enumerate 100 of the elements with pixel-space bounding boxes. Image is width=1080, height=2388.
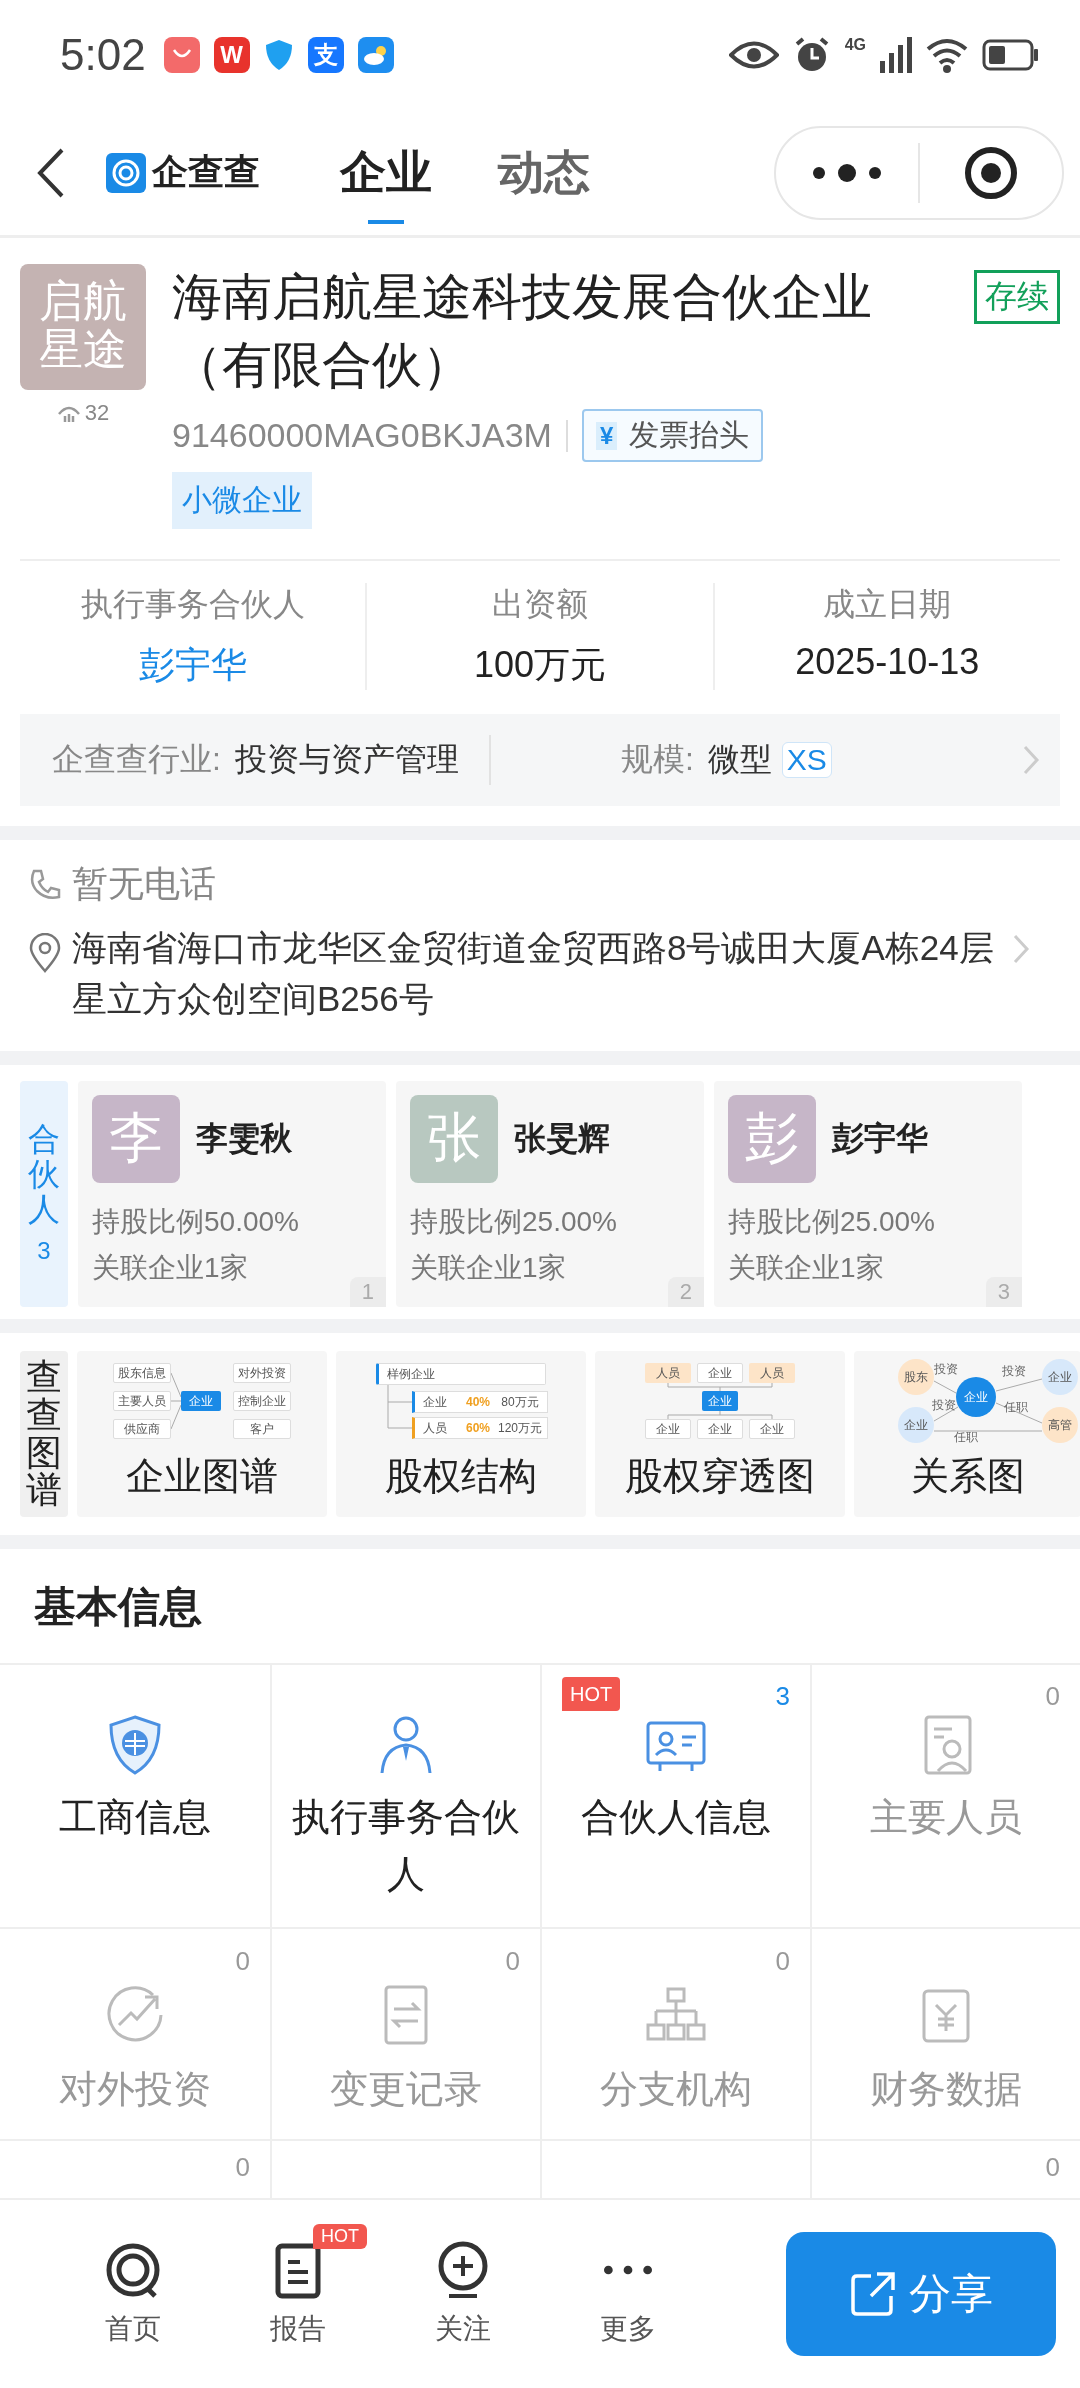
bottom-nav-item[interactable]: 首页: [102, 2240, 163, 2348]
node-label: 投资: [931, 1396, 957, 1413]
stat-label: 执行事务合伙人: [80, 585, 305, 624]
location-icon: [28, 933, 62, 973]
hot-badge: HOT: [562, 1676, 621, 1711]
index-badge: 2: [667, 1276, 704, 1307]
node-label: 60%: [465, 1419, 491, 1437]
shield-icon: [263, 38, 294, 72]
node-label: 80万元: [500, 1393, 540, 1411]
partner-card[interactable]: 张 张旻辉 持股比例25.00% 关联企业1家 2: [396, 1080, 704, 1307]
diagram-node: 样例企业: [376, 1362, 546, 1385]
graph-card[interactable]: 股东 企业 企业 投资 投资 投资 任职 任职 企业 高管 关系图: [854, 1350, 1080, 1517]
back-icon[interactable]: [36, 146, 66, 199]
partner-name: 张旻辉: [514, 1118, 610, 1158]
industry-label: 企查查行业:: [52, 740, 221, 779]
connector-lines: [171, 1370, 181, 1431]
graph-title: 企业图谱: [125, 1453, 279, 1499]
node-label: 人员: [422, 1419, 448, 1437]
count-label: 3: [775, 1679, 790, 1713]
phone-icon: [28, 867, 62, 902]
related-companies: 关联企业1家: [92, 1250, 249, 1285]
diagram-node: 企业: [749, 1418, 795, 1439]
diagram-node: 对外投资: [233, 1362, 291, 1383]
industry-value: 投资与资产管理: [234, 740, 459, 779]
nav-tab[interactable]: 企业: [340, 121, 432, 224]
partner-avatar: 张: [410, 1094, 498, 1183]
scale-label: 规模:: [620, 740, 694, 779]
app-icon: 支: [307, 37, 344, 73]
wifi-icon: [926, 37, 968, 73]
credit-code: 91460000MAG0BKJA3M: [172, 416, 552, 455]
diagram-node: 企业: [181, 1390, 221, 1411]
diagram-node: 企业: [645, 1418, 691, 1439]
weather-icon: [357, 37, 394, 73]
section-title: 基本信息: [0, 1548, 1080, 1665]
stat-label: 成立日期: [823, 585, 952, 624]
scale-badge: XS: [781, 742, 832, 778]
node-label: 任职: [953, 1428, 979, 1445]
chevron-icon: [1012, 933, 1030, 965]
status-time: 5:02: [60, 30, 146, 80]
info-grid-item[interactable]: 工商信息: [0, 1664, 270, 1927]
bottom-nav-item[interactable]: 更多: [597, 2240, 658, 2348]
diagram-node: 企业: [898, 1406, 934, 1443]
graph-title: 关系图: [909, 1453, 1026, 1499]
follower-count: 32: [84, 400, 110, 426]
graph-title: 股权结构: [384, 1453, 538, 1499]
graph-card[interactable]: 股东信息 主要人员 供应商 企业 对外投资 控制企业 客户 企业图谱: [77, 1350, 327, 1517]
more-icon: [603, 2264, 652, 2276]
node-label: 任职: [1003, 1398, 1029, 1415]
graph-card[interactable]: 人员 企业 人员 企业 企业 企业 企业 股权穿透图: [595, 1350, 845, 1517]
diagram-node: 供应商: [113, 1418, 171, 1439]
partner-name: 李雯秋: [196, 1118, 292, 1158]
index-badge: 3: [985, 1276, 1022, 1307]
diagram-node: 客户: [233, 1418, 291, 1439]
related-companies: 关联企业1家: [410, 1250, 567, 1285]
stat-value[interactable]: 彭宇华: [138, 641, 247, 690]
info-grid-item[interactable]: 执行事务合伙人: [270, 1664, 540, 1927]
chevron-icon: [1022, 744, 1040, 776]
share-ratio: 持股比例50.00%: [92, 1204, 300, 1239]
count-label: 0: [775, 1944, 790, 1978]
partner-avatar: 李: [92, 1094, 180, 1183]
company-tag: 小微企业: [172, 472, 312, 529]
partner-avatar: 彭: [728, 1094, 816, 1183]
node-label: 企业: [422, 1393, 448, 1411]
share-icon: [849, 2270, 897, 2318]
bottom-nav-item[interactable]: 关注: [432, 2240, 493, 2348]
info-grid-item[interactable]: HOT 3 合伙人信息: [540, 1664, 810, 1927]
diagram-node: 企业: [1042, 1358, 1078, 1395]
count-label: 0: [235, 2151, 250, 2185]
graph-card[interactable]: 样例企业 企业 40% 80万元 人员 60% 120万元 股权结构: [336, 1350, 586, 1517]
close-target-icon[interactable]: [964, 145, 1018, 200]
status-tag: 存续: [974, 270, 1060, 324]
diagram-node: 高管: [1042, 1406, 1078, 1443]
index-badge: 1: [349, 1276, 386, 1307]
diagram-node: 股东信息: [113, 1362, 171, 1383]
stat-label: 出资额: [492, 585, 588, 624]
share-button[interactable]: 分享: [786, 2232, 1056, 2356]
node-label: 投资: [933, 1360, 959, 1377]
count-label: 0: [1045, 2151, 1060, 2185]
diagram-node: 人员: [749, 1362, 795, 1383]
node-label: 投资: [1001, 1362, 1027, 1379]
diagram-node: 人员: [645, 1362, 691, 1383]
share-ratio: 持股比例25.00%: [410, 1204, 618, 1239]
count-label: 0: [1045, 1679, 1060, 1713]
network-label: 4G: [844, 36, 866, 54]
graph-title: 股权穿透图: [624, 1453, 816, 1499]
diagram-node: 控制企业: [233, 1390, 291, 1411]
invoice-button[interactable]: ¥ 发票抬头: [581, 409, 764, 462]
partner-name: 彭宇华: [832, 1118, 928, 1158]
battery-icon: [982, 39, 1040, 71]
count-label: 0: [505, 1944, 520, 1978]
partner-card[interactable]: 彭 彭宇华 持股比例25.00% 关联企业1家 3: [714, 1080, 1022, 1307]
nav-tab[interactable]: 动态: [498, 121, 590, 224]
industry-bar[interactable]: 企查查行业: 投资与资产管理 规模: 微型 XS: [20, 714, 1060, 806]
diagram-node: 企业: [702, 1390, 738, 1411]
scale-value: 微型: [707, 740, 772, 779]
diagram-node: 企业: [697, 1362, 743, 1383]
node-label: 120万元: [497, 1419, 543, 1437]
stat-value: 2025-10-13: [795, 641, 980, 683]
partner-card[interactable]: 李 李雯秋 持股比例50.00% 关联企业1家 1: [78, 1080, 386, 1307]
address-text[interactable]: 海南省海口市龙华区金贸街道金贸西路8号诚田大厦A栋24层星立方众创空间B256号: [72, 923, 1002, 1025]
